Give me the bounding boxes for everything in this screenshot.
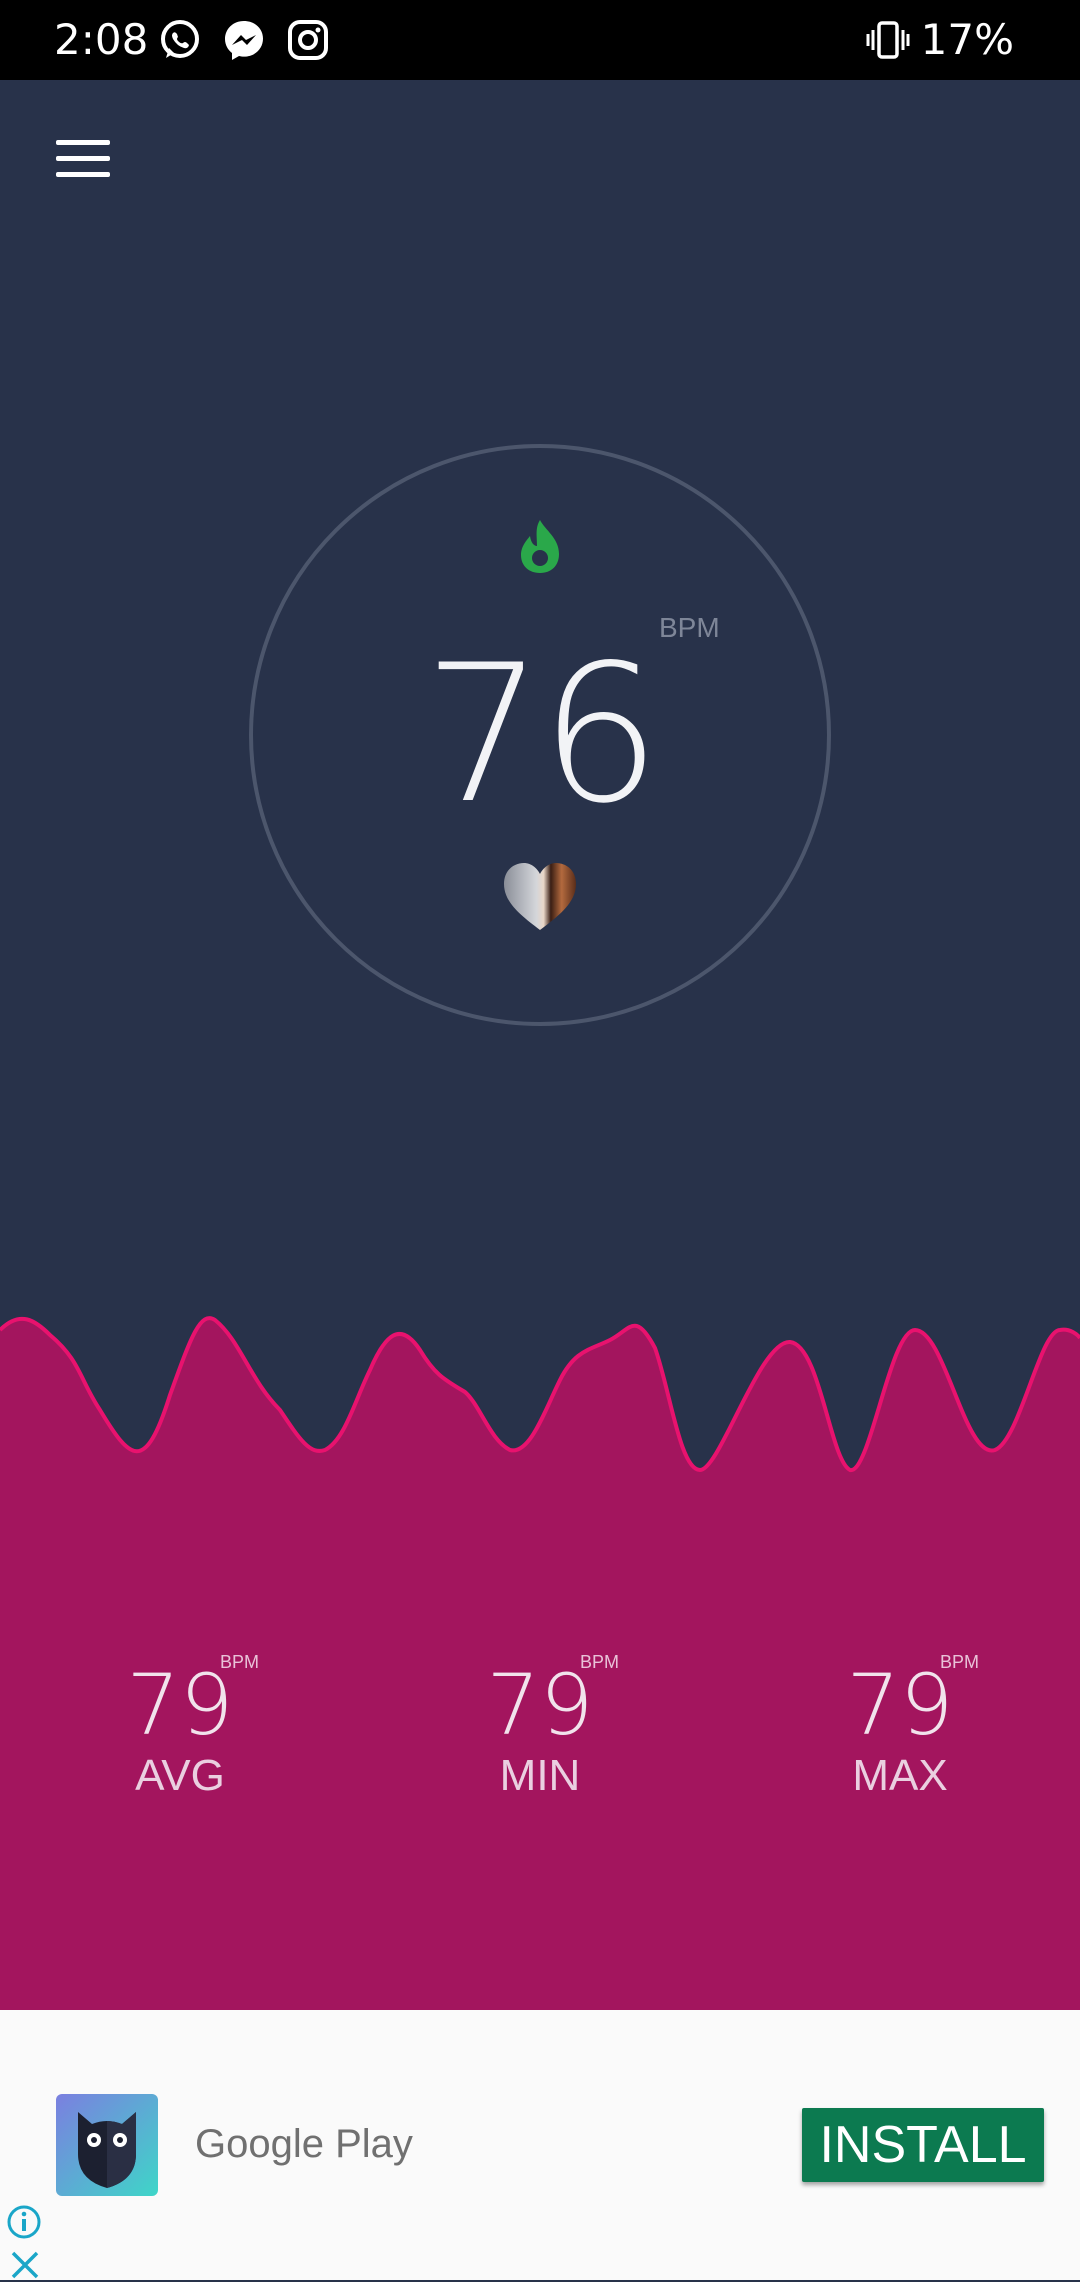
menu-icon-line — [56, 156, 110, 161]
stat-unit: BPM — [940, 1652, 980, 1672]
flame-icon — [521, 520, 559, 573]
stat-min: BPM 79 MIN — [390, 1650, 690, 1800]
ad-close-icon[interactable] — [8, 2248, 42, 2282]
stat-label: AVG — [135, 1751, 225, 1800]
stat-unit: BPM — [220, 1652, 260, 1672]
whatsapp-icon — [161, 20, 199, 58]
ad-banner[interactable]: Google Play INSTALL — [0, 2010, 1080, 2280]
instagram-icon — [288, 20, 328, 60]
messenger-icon — [225, 21, 263, 60]
heart-icon — [504, 863, 576, 930]
stat-value: 79 — [126, 1656, 234, 1754]
status-time: 2:08 — [54, 15, 149, 64]
vibrate-icon — [866, 21, 910, 59]
heart-rate-screen: BPM 76 BPM 79 AVG BPM 79 MIN BPM 79 MAX — [0, 80, 1080, 2010]
stat-unit: BPM — [580, 1652, 620, 1672]
menu-button[interactable] — [50, 136, 116, 184]
ad-store-name: Google Play — [195, 2122, 413, 2166]
menu-icon-line — [56, 140, 110, 145]
stat-max: BPM 79 MAX — [750, 1650, 1050, 1800]
owl-app-icon[interactable] — [56, 2094, 158, 2196]
stat-label: MIN — [499, 1751, 581, 1800]
menu-icon-line — [56, 172, 110, 177]
install-button[interactable]: INSTALL — [802, 2108, 1044, 2182]
current-bpm-value: 76 — [423, 624, 661, 845]
stat-value: 79 — [846, 1656, 954, 1754]
stat-value: 79 — [486, 1656, 594, 1754]
stat-avg: BPM 79 AVG — [30, 1650, 330, 1800]
battery-level: 17% — [920, 15, 1014, 64]
ad-info-icon[interactable] — [6, 2204, 42, 2240]
status-bar: 2:08 17% — [0, 0, 1080, 80]
stat-label: MAX — [852, 1751, 948, 1800]
